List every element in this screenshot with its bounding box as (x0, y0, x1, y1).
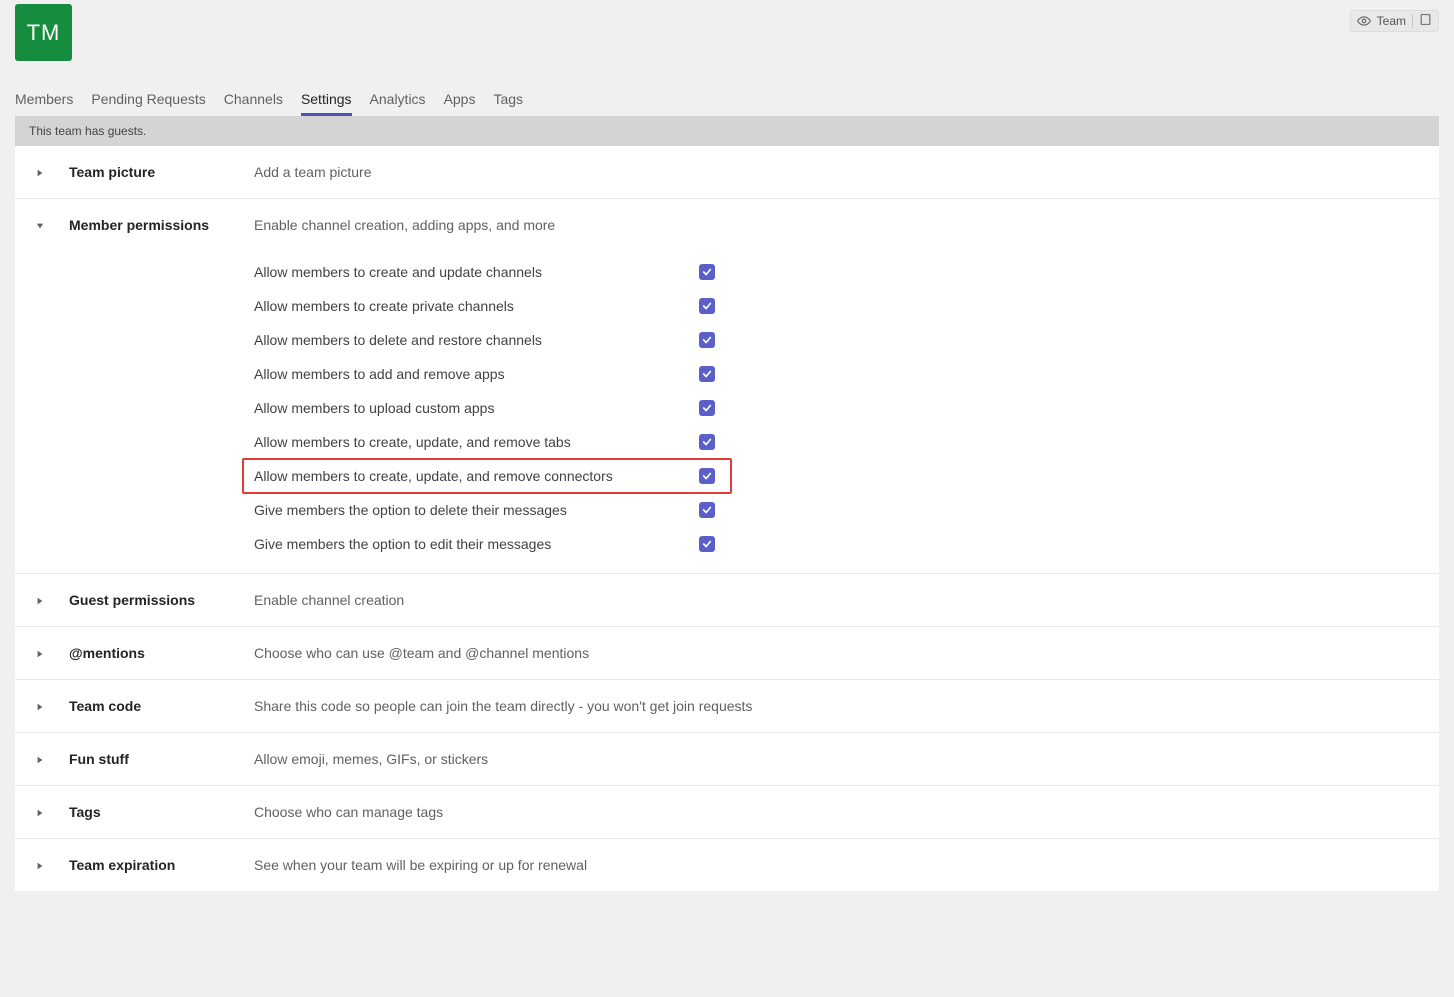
chevron-right-icon (35, 755, 45, 765)
permission-label: Allow members to create, update, and rem… (254, 468, 699, 484)
tab-pending-requests[interactable]: Pending Requests (91, 91, 205, 116)
permission-checkbox[interactable] (699, 502, 715, 518)
team-avatar: TM (15, 4, 72, 61)
section-desc: Choose who can manage tags (254, 804, 1417, 820)
permission-row: Allow members to add and remove apps (254, 357, 1417, 391)
section-team-code[interactable]: Team code Share this code so people can … (15, 680, 1439, 733)
permission-checkbox[interactable] (699, 434, 715, 450)
chevron-right-icon (35, 649, 45, 659)
chevron-right-icon (35, 596, 45, 606)
section-title: @mentions (49, 645, 254, 661)
section-mentions[interactable]: @mentions Choose who can use @team and @… (15, 627, 1439, 680)
chevron-right-icon (35, 861, 45, 871)
permission-label: Allow members to create, update, and rem… (254, 434, 699, 450)
permission-label: Give members the option to edit their me… (254, 536, 699, 552)
permission-label: Allow members to create private channels (254, 298, 699, 314)
permission-label: Give members the option to delete their … (254, 502, 699, 518)
chevron-right-icon (35, 168, 45, 178)
section-tags[interactable]: Tags Choose who can manage tags (15, 786, 1439, 839)
permission-checkbox[interactable] (699, 366, 715, 382)
settings-panel: Team picture Add a team picture Member p… (15, 146, 1439, 891)
permission-checkbox[interactable] (699, 264, 715, 280)
tab-analytics[interactable]: Analytics (370, 91, 426, 116)
permission-label: Allow members to add and remove apps (254, 366, 699, 382)
team-visibility-label: Team (1377, 14, 1406, 28)
eye-icon (1357, 14, 1371, 28)
section-desc: Enable channel creation, adding apps, an… (254, 217, 1417, 233)
permission-label: Allow members to delete and restore chan… (254, 332, 699, 348)
tab-members[interactable]: Members (15, 91, 73, 116)
section-title: Team code (49, 698, 254, 714)
section-title: Team picture (49, 164, 254, 180)
permission-checkbox[interactable] (699, 536, 715, 552)
org-icon[interactable] (1419, 13, 1432, 29)
chevron-right-icon (35, 702, 45, 712)
section-title: Team expiration (49, 857, 254, 873)
permission-checkbox[interactable] (699, 400, 715, 416)
tab-apps[interactable]: Apps (444, 91, 476, 116)
guests-banner: This team has guests. (15, 116, 1439, 146)
tab-channels[interactable]: Channels (224, 91, 283, 116)
permission-checkbox[interactable] (699, 468, 715, 484)
permission-row: Allow members to delete and restore chan… (254, 323, 1417, 357)
section-desc: Share this code so people can join the t… (254, 698, 1417, 714)
tab-bar: Members Pending Requests Channels Settin… (15, 91, 1439, 116)
permission-row: Allow members to create, update, and rem… (254, 459, 1417, 493)
section-desc: Allow emoji, memes, GIFs, or stickers (254, 751, 1417, 767)
permission-checkbox[interactable] (699, 332, 715, 348)
permission-label: Allow members to create and update chann… (254, 264, 699, 280)
permission-label: Allow members to upload custom apps (254, 400, 699, 416)
section-desc: Choose who can use @team and @channel me… (254, 645, 1417, 661)
chevron-down-icon[interactable] (35, 221, 45, 231)
section-desc: Add a team picture (254, 164, 1417, 180)
section-guest-permissions[interactable]: Guest permissions Enable channel creatio… (15, 574, 1439, 627)
section-fun-stuff[interactable]: Fun stuff Allow emoji, memes, GIFs, or s… (15, 733, 1439, 786)
permission-row: Give members the option to edit their me… (254, 527, 1417, 561)
permission-row: Allow members to create private channels (254, 289, 1417, 323)
tab-settings[interactable]: Settings (301, 91, 352, 116)
permission-checkbox[interactable] (699, 298, 715, 314)
section-member-permissions: Member permissions Enable channel creati… (15, 199, 1439, 574)
section-desc: Enable channel creation (254, 592, 1417, 608)
section-desc: See when your team will be expiring or u… (254, 857, 1417, 873)
permission-row: Allow members to upload custom apps (254, 391, 1417, 425)
permission-row: Allow members to create and update chann… (254, 255, 1417, 289)
section-team-expiration[interactable]: Team expiration See when your team will … (15, 839, 1439, 891)
permission-row: Give members the option to delete their … (254, 493, 1417, 527)
section-title[interactable]: Member permissions (49, 217, 254, 233)
team-visibility-chip[interactable]: Team (1350, 10, 1439, 32)
section-title: Fun stuff (49, 751, 254, 767)
section-team-picture[interactable]: Team picture Add a team picture (15, 146, 1439, 199)
permissions-list: Allow members to create and update chann… (254, 255, 1417, 561)
tab-tags[interactable]: Tags (493, 91, 523, 116)
divider (1412, 14, 1413, 28)
chevron-right-icon (35, 808, 45, 818)
section-title: Guest permissions (49, 592, 254, 608)
permission-row: Allow members to create, update, and rem… (254, 425, 1417, 459)
section-title: Tags (49, 804, 254, 820)
